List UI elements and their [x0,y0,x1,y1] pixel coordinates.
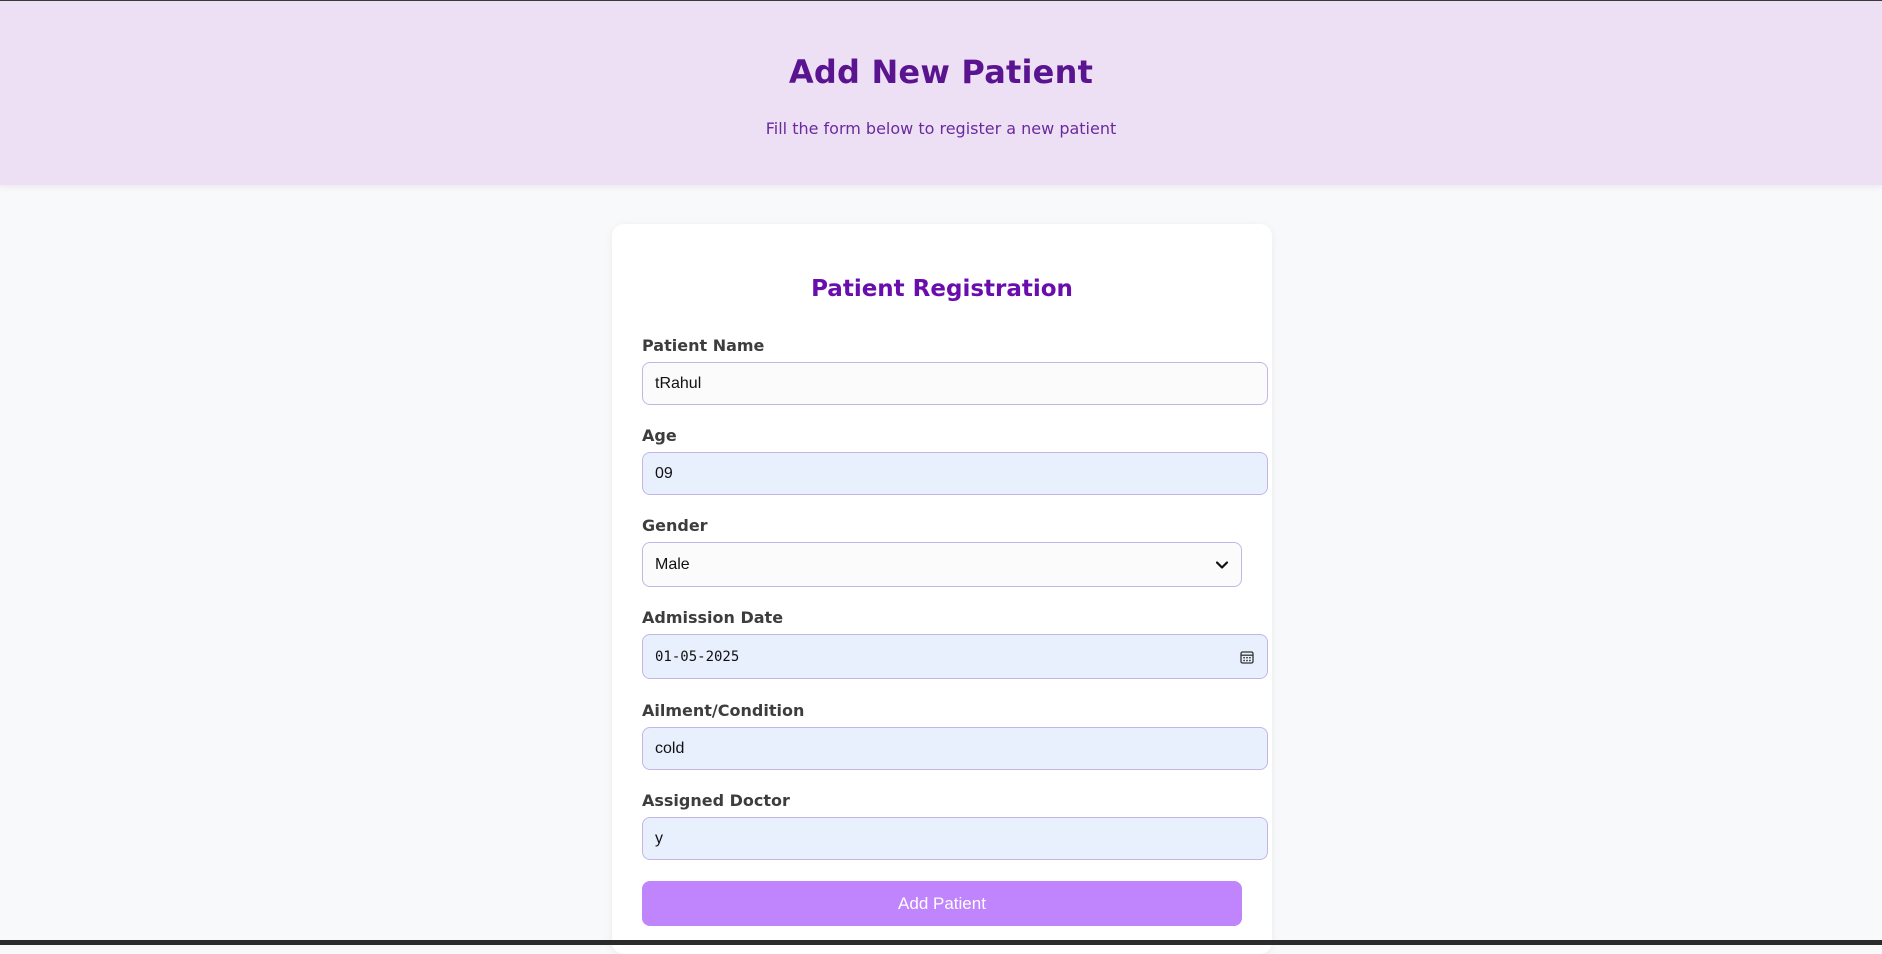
age-value: 09 [655,464,673,482]
assigned-doctor-label: Assigned Doctor [642,791,790,810]
patient-name-label: Patient Name [642,336,765,355]
patient-name-input[interactable]: tRahul [642,362,1268,405]
gender-selected-value: Male [655,555,690,573]
age-label: Age [642,426,677,445]
ailment-label: Ailment/Condition [642,701,805,720]
admission-date-value: 01-05-2025 [655,648,740,665]
ailment-input[interactable]: cold [642,727,1268,770]
ailment-value: cold [655,739,685,757]
calendar-icon[interactable] [1239,649,1255,665]
window-bottom-border [0,940,1882,945]
form-title: Patient Registration [811,276,1073,302]
gender-select[interactable]: Male [642,542,1242,587]
assigned-doctor-input[interactable]: y [642,817,1268,860]
gender-label: Gender [642,516,708,535]
assigned-doctor-value: y [655,829,663,847]
admission-date-label: Admission Date [642,608,784,627]
age-input[interactable]: 09 [642,452,1268,495]
page-title: Add New Patient [788,53,1094,91]
chevron-down-icon [1215,560,1229,569]
add-patient-button[interactable]: Add Patient [642,881,1242,926]
patient-name-value: tRahul [655,374,702,392]
page-subtitle: Fill the form below to register a new pa… [765,119,1117,138]
admission-date-input[interactable]: 01-05-2025 [642,634,1268,679]
patient-registration-form: Patient Registration Patient Name tRahul… [612,224,1272,954]
page-header: Add New Patient Fill the form below to r… [0,1,1882,185]
